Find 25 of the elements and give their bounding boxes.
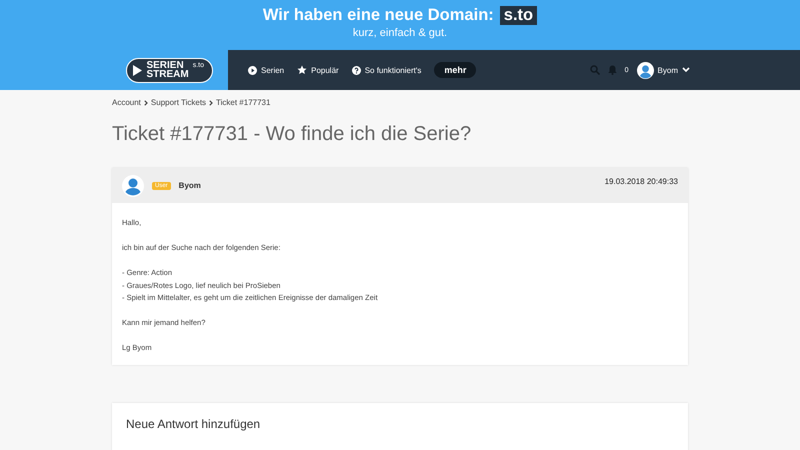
breadcrumb-link[interactable]: Support Tickets — [150, 98, 206, 107]
page-title: Ticket #177731 - Wo finde ich die Serie? — [112, 123, 472, 146]
domain-badge: s.to — [500, 6, 538, 25]
star-icon — [297, 65, 308, 75]
chevron-right-icon — [209, 100, 214, 106]
breadcrumb-link[interactable]: Account — [112, 98, 141, 107]
nav-link[interactable]: Populär — [297, 65, 339, 75]
more-button[interactable]: mehr — [434, 62, 476, 78]
post-date: 19.03.2018 20:49:33 — [604, 177, 678, 186]
author-name: Byom — [178, 181, 202, 190]
avatar-icon — [636, 62, 654, 78]
bell-icon[interactable] — [608, 65, 617, 75]
nav-link[interactable]: Serien — [248, 66, 284, 74]
help-icon — [352, 66, 361, 74]
play-icon — [248, 66, 257, 74]
reply-heading: Neue Antwort hinzufügen — [126, 416, 262, 430]
chevron-right-icon — [144, 100, 148, 106]
banner-tagline: kurz, einfach & gut. — [352, 27, 448, 39]
chevron-down-icon — [682, 67, 690, 73]
nav-link[interactable]: So funktioniert's — [352, 66, 422, 74]
search-icon[interactable] — [590, 65, 600, 75]
breadcrumb-link[interactable]: Ticket #177731 — [216, 98, 270, 107]
banner-headline: Wir haben eine neue Domain: — [262, 6, 494, 25]
user-menu[interactable]: Byom — [636, 62, 690, 78]
avatar-icon — [122, 174, 144, 196]
